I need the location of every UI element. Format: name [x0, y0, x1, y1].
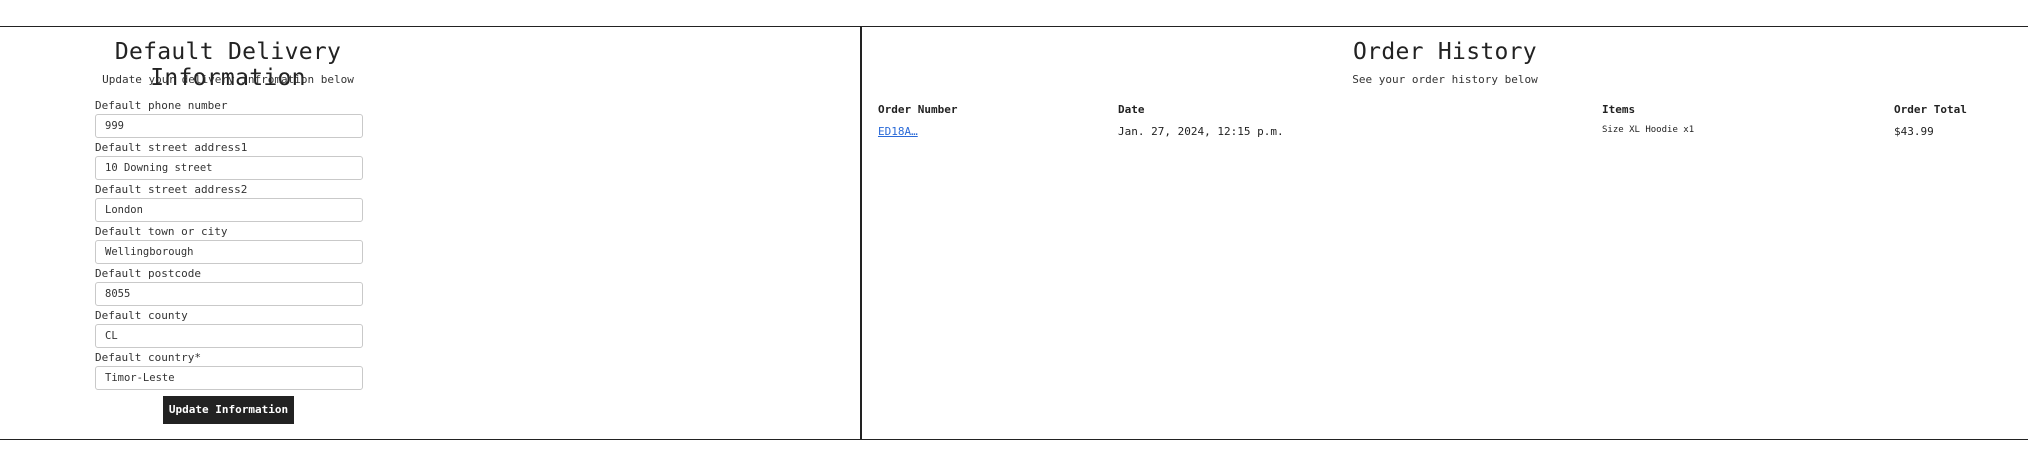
country-field-group: Default country* Timor-Leste: [95, 351, 363, 393]
town-input[interactable]: Wellingborough: [95, 240, 363, 264]
order-date: Jan. 27, 2024, 12:15 p.m.: [1118, 125, 1284, 138]
county-input[interactable]: CL: [95, 324, 363, 348]
column-header-items: Items: [1602, 103, 1636, 116]
town-field-group: Default town or city Wellingborough: [95, 225, 363, 267]
phone-input[interactable]: 999: [95, 114, 363, 138]
address1-input[interactable]: 10 Downing street: [95, 156, 363, 180]
column-header-date: Date: [1118, 103, 1145, 116]
delivery-info-panel: Default Delivery Information Update your…: [0, 27, 862, 439]
column-header-order-number: Order Number: [878, 103, 958, 116]
country-label: Default country*: [95, 351, 201, 364]
town-label: Default town or city: [95, 225, 228, 238]
order-items: Size XL Hoodie x1: [1602, 125, 1695, 135]
order-history-table: Order Number Date Items Order Total ED18…: [878, 103, 2028, 147]
county-field-group: Default county CL: [95, 309, 363, 351]
order-history-subtitle: See your order history below: [1352, 73, 1538, 86]
order-history-title: Order History: [1353, 39, 1537, 65]
county-label: Default county: [95, 309, 188, 322]
phone-label: Default phone number: [95, 99, 228, 112]
order-history-panel: Order History See your order history bel…: [862, 27, 2028, 439]
delivery-subtitle: Update your delivery infromation below: [102, 73, 354, 86]
postcode-label: Default postcode: [95, 267, 201, 280]
table-header-row: Order Number Date Items Order Total: [878, 103, 2028, 125]
order-total: $43.99: [1894, 125, 1934, 138]
column-header-order-total: Order Total: [1894, 103, 1967, 116]
address1-label: Default street address1: [95, 141, 248, 154]
address2-label: Default street address2: [95, 183, 248, 196]
address2-input[interactable]: London: [95, 198, 363, 222]
address1-field-group: Default street address1 10 Downing stree…: [95, 141, 363, 183]
postcode-input[interactable]: 8055: [95, 282, 363, 306]
address2-field-group: Default street address2 London: [95, 183, 363, 225]
delivery-form: Default phone number 999 Default street …: [95, 99, 363, 393]
country-select[interactable]: Timor-Leste: [95, 366, 363, 390]
update-information-button[interactable]: Update Information: [163, 396, 294, 424]
page-content: Default Delivery Information Update your…: [0, 26, 2028, 440]
postcode-field-group: Default postcode 8055: [95, 267, 363, 309]
table-row: ED18A… Jan. 27, 2024, 12:15 p.m. Size XL…: [878, 125, 2028, 147]
order-number-link[interactable]: ED18A…: [878, 125, 918, 138]
phone-field-group: Default phone number 999: [95, 99, 363, 141]
